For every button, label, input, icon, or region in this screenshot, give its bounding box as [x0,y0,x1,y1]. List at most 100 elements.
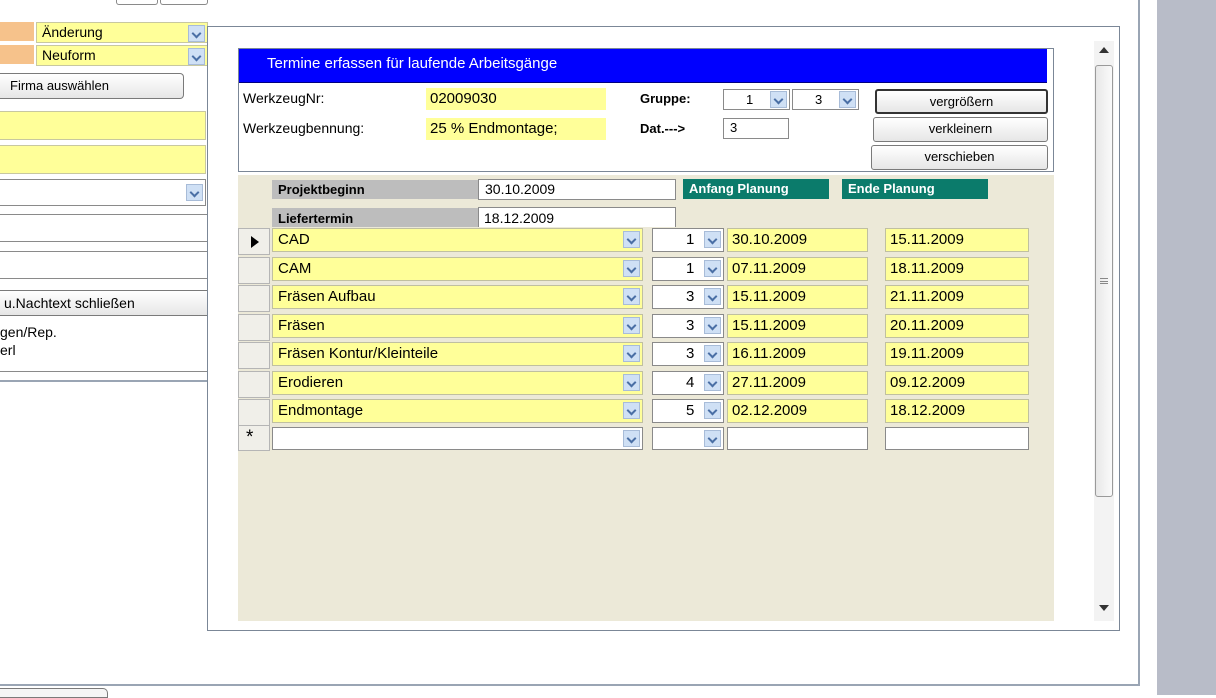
chevron-down-icon[interactable] [704,402,721,419]
chevron-down-icon[interactable] [770,91,787,108]
neuform-combo[interactable]: Neuform [36,45,208,66]
row-selector[interactable] [238,314,270,341]
row-selector[interactable] [238,399,270,426]
start-date-field[interactable]: 02.12.2009 [727,399,868,423]
verschieben-button[interactable]: verschieben [871,145,1048,170]
chevron-down-icon[interactable] [623,430,640,447]
liefertermin-value: 18.12.2009 [484,210,555,226]
liefertermin-field[interactable]: 18.12.2009 [478,207,676,227]
start-date-field[interactable]: 27.11.2009 [727,371,868,395]
list-item[interactable]: gen/Rep. [0,324,57,340]
task-group-value: 5 [686,402,695,419]
left-field-4[interactable] [0,251,208,279]
start-date-field[interactable]: 15.11.2009 [727,314,868,338]
row-selector[interactable] [238,285,270,312]
new-row-name-combo[interactable] [272,427,643,450]
chevron-down-icon[interactable] [704,231,721,248]
scrollbar-thumb[interactable] [1095,65,1113,497]
task-name-combo[interactable]: CAM [272,257,643,281]
end-date-field[interactable]: 09.12.2009 [885,371,1029,395]
new-row-start-field[interactable] [727,427,868,450]
start-date: 07.11.2009 [732,260,806,277]
start-date-field[interactable]: 16.11.2009 [727,342,868,366]
task-group-combo[interactable]: 3 [652,285,724,309]
new-row-selector[interactable]: * [238,425,270,451]
task-group-combo[interactable]: 1 [652,228,724,252]
gruppe-combo-2[interactable]: 3 [792,89,859,110]
left-list[interactable]: gen/Rep. erl [0,320,208,372]
chevron-down-icon[interactable] [623,260,640,277]
start-date-field[interactable]: 15.11.2009 [727,285,868,309]
left-field-2[interactable] [0,145,206,174]
end-date-field[interactable]: 21.11.2009 [885,285,1029,309]
bottom-button-stub[interactable] [0,688,108,698]
chevron-down-icon[interactable] [704,345,721,362]
aenderung-combo[interactable]: Änderung [36,22,208,43]
chevron-down-icon[interactable] [704,374,721,391]
gruppe-combo-1[interactable]: 1 [723,89,790,110]
firma-auswaehlen-button[interactable]: Firma auswählen [0,73,184,99]
verkleinern-button[interactable]: verkleinern [873,117,1048,142]
chevron-down-icon[interactable] [188,48,205,65]
chevron-down-icon[interactable] [623,231,640,248]
task-group-combo[interactable]: 3 [652,342,724,366]
task-name-combo[interactable]: Endmontage [272,399,643,423]
scroll-down-icon[interactable] [1099,605,1109,611]
left-divider [0,380,216,382]
start-date-field[interactable]: 30.10.2009 [727,228,868,252]
task-group-combo[interactable]: 5 [652,399,724,423]
anfang-planung-label: Anfang Planung [683,179,829,199]
werkzeugnr-field[interactable]: 02009030 [426,88,606,110]
chevron-down-icon[interactable] [623,402,640,419]
werkzeugbennung-field[interactable]: 25 % Endmontage; [426,118,606,140]
end-date: 18.11.2009 [890,260,964,277]
chevron-down-icon[interactable] [186,184,203,201]
top-cut-button-2[interactable] [160,0,208,5]
new-row-end-field[interactable] [885,427,1029,450]
chevron-down-icon[interactable] [704,260,721,277]
chevron-down-icon[interactable] [704,288,721,305]
chevron-down-icon[interactable] [704,430,721,447]
chevron-down-icon[interactable] [839,91,856,108]
task-group-combo[interactable]: 4 [652,371,724,395]
task-name-combo[interactable]: Fräsen [272,314,643,338]
projektbeginn-field[interactable]: 30.10.2009 [478,179,676,200]
task-group-combo[interactable]: 1 [652,257,724,281]
end-date-field[interactable]: 18.12.2009 [885,399,1029,423]
task-name-combo[interactable]: CAD [272,228,643,252]
left-field-3[interactable] [0,214,208,242]
row-selector[interactable] [238,342,270,369]
window-border-bottom [0,684,1140,686]
chevron-down-icon[interactable] [623,317,640,334]
row-selector[interactable] [238,257,270,284]
chevron-down-icon[interactable] [623,345,640,362]
task-name-combo[interactable]: Fräsen Aufbau [272,285,643,309]
scroll-up-icon[interactable] [1099,47,1109,53]
end-date-field[interactable]: 19.11.2009 [885,342,1029,366]
start-date-field[interactable]: 07.11.2009 [727,257,868,281]
task-group-combo[interactable]: 3 [652,314,724,338]
list-item[interactable]: erl [0,342,16,358]
end-date-field[interactable]: 15.11.2009 [885,228,1029,252]
chevron-down-icon[interactable] [623,374,640,391]
task-group-value: 3 [686,345,695,362]
chevron-down-icon[interactable] [188,25,205,42]
chevron-down-icon[interactable] [623,288,640,305]
chevron-down-icon[interactable] [704,317,721,334]
left-combo[interactable] [0,179,206,206]
orange-marker-2 [0,45,34,64]
row-selector[interactable] [238,228,270,255]
top-cut-button[interactable] [116,0,158,5]
task-name: Fräsen Aufbau [278,288,376,305]
vergroessern-button[interactable]: vergrößern [875,89,1048,114]
left-field-1[interactable] [0,111,206,140]
dat-field[interactable]: 3 [723,118,789,139]
row-selector[interactable] [238,371,270,398]
vertical-scrollbar[interactable] [1094,41,1114,621]
new-row-num-combo[interactable] [652,427,724,450]
end-date-field[interactable]: 18.11.2009 [885,257,1029,281]
end-date-field[interactable]: 20.11.2009 [885,314,1029,338]
task-name-combo[interactable]: Fräsen Kontur/Kleinteile [272,342,643,366]
task-name-combo[interactable]: Erodieren [272,371,643,395]
nachtext-schliessen-button[interactable]: u.Nachtext schließen [0,290,216,316]
